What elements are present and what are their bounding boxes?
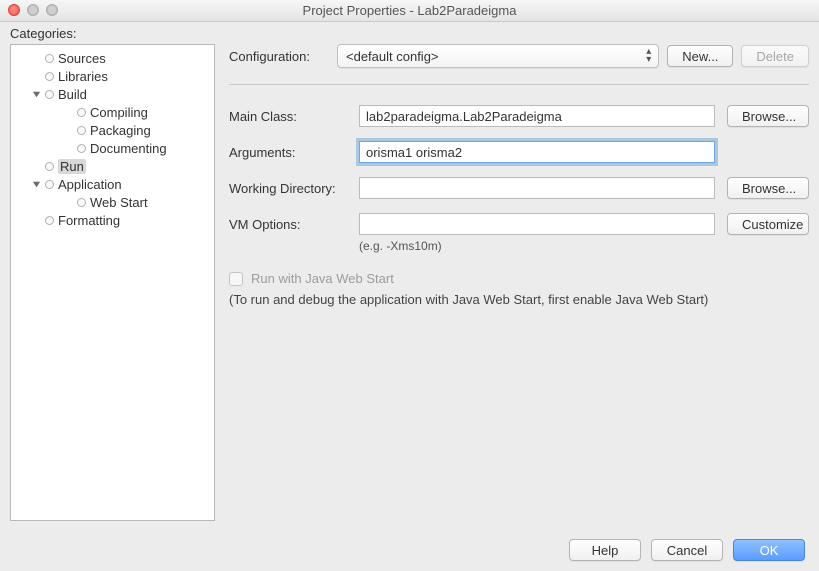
working-directory-input[interactable] — [359, 177, 715, 199]
cancel-button[interactable]: Cancel — [651, 539, 723, 561]
tree-item-label: Documenting — [90, 141, 167, 156]
window-title: Project Properties - Lab2Paradeigma — [303, 3, 517, 18]
main-class-label: Main Class: — [229, 109, 347, 124]
arguments-row: Arguments: — [229, 141, 809, 163]
vm-options-input[interactable] — [359, 213, 715, 235]
tree-item-web-start[interactable]: Web Start — [11, 193, 214, 211]
traffic-lights — [8, 4, 58, 16]
tree-item-documenting[interactable]: Documenting — [11, 139, 214, 157]
main-class-row: Main Class: Browse... — [229, 105, 809, 127]
delete-config-button: Delete — [741, 45, 809, 67]
bullet-icon — [77, 108, 86, 117]
configuration-label: Configuration: — [229, 49, 329, 64]
twisty-placeholder — [31, 161, 41, 171]
twisty-placeholder — [31, 53, 41, 63]
tree-item-label: Web Start — [90, 195, 148, 210]
zoom-icon — [46, 4, 58, 16]
title-bar: Project Properties - Lab2Paradeigma — [0, 0, 819, 22]
twisty-placeholder — [63, 107, 73, 117]
bullet-icon — [45, 54, 54, 63]
bullet-icon — [77, 144, 86, 153]
bullet-icon — [77, 126, 86, 135]
webstart-note: (To run and debug the application with J… — [229, 292, 809, 307]
tree-item-sources[interactable]: Sources — [11, 49, 214, 67]
tree-item-label: Build — [58, 87, 87, 102]
twisty-placeholder — [63, 143, 73, 153]
tree-item-label: Run — [58, 159, 86, 174]
bullet-icon — [45, 90, 54, 99]
ok-button[interactable]: OK — [733, 539, 805, 561]
twisty-placeholder — [63, 197, 73, 207]
webstart-checkbox — [229, 272, 243, 286]
bullet-icon — [45, 72, 54, 81]
tree-item-label: Formatting — [58, 213, 120, 228]
tree-item-label: Packaging — [90, 123, 151, 138]
twisty-placeholder — [63, 125, 73, 135]
bullet-icon — [45, 180, 54, 189]
help-button[interactable]: Help — [569, 539, 641, 561]
vm-options-hint: (e.g. -Xms10m) — [359, 239, 809, 253]
dialog-footer: Help Cancel OK — [569, 539, 805, 561]
chevron-down-icon[interactable] — [31, 179, 41, 189]
tree-item-run[interactable]: Run — [11, 157, 214, 175]
customize-vm-button[interactable]: Customize — [727, 213, 809, 235]
tree-item-label: Application — [58, 177, 122, 192]
working-directory-row: Working Directory: Browse... — [229, 177, 809, 199]
twisty-placeholder — [31, 71, 41, 81]
configuration-selected: <default config> — [346, 49, 439, 64]
tree-item-label: Sources — [58, 51, 106, 66]
configuration-combo[interactable]: <default config> ▴▾ — [337, 44, 659, 68]
browse-workdir-button[interactable]: Browse... — [727, 177, 809, 199]
vm-options-row: VM Options: Customize — [229, 213, 809, 235]
browse-main-class-button[interactable]: Browse... — [727, 105, 809, 127]
tree-item-label: Compiling — [90, 105, 148, 120]
main-pane: Configuration: <default config> ▴▾ New..… — [229, 44, 809, 521]
bullet-icon — [45, 216, 54, 225]
chevron-down-icon[interactable] — [31, 89, 41, 99]
close-icon[interactable] — [8, 4, 20, 16]
minimize-icon — [27, 4, 39, 16]
bullet-icon — [45, 162, 54, 171]
tree-item-application[interactable]: Application — [11, 175, 214, 193]
new-config-button[interactable]: New... — [667, 45, 733, 67]
tree-item-formatting[interactable]: Formatting — [11, 211, 214, 229]
categories-tree[interactable]: Sources Libraries BuildCompiling Packaging D… — [10, 44, 215, 521]
updown-icon: ▴▾ — [646, 48, 650, 64]
working-directory-label: Working Directory: — [229, 181, 347, 196]
tree-item-libraries[interactable]: Libraries — [11, 67, 214, 85]
tree-item-label: Libraries — [58, 69, 108, 84]
webstart-checkbox-label: Run with Java Web Start — [251, 271, 394, 286]
main-class-input[interactable] — [359, 105, 715, 127]
arguments-label: Arguments: — [229, 145, 347, 160]
vm-options-label: VM Options: — [229, 217, 347, 232]
tree-item-packaging[interactable]: Packaging — [11, 121, 214, 139]
categories-label: Categories: — [10, 26, 76, 41]
tree-item-build[interactable]: Build — [11, 85, 214, 103]
twisty-placeholder — [31, 215, 41, 225]
webstart-checkbox-row: Run with Java Web Start — [229, 271, 809, 286]
arguments-input[interactable] — [359, 141, 715, 163]
tree-item-compiling[interactable]: Compiling — [11, 103, 214, 121]
configuration-row: Configuration: <default config> ▴▾ New..… — [229, 44, 809, 85]
bullet-icon — [77, 198, 86, 207]
